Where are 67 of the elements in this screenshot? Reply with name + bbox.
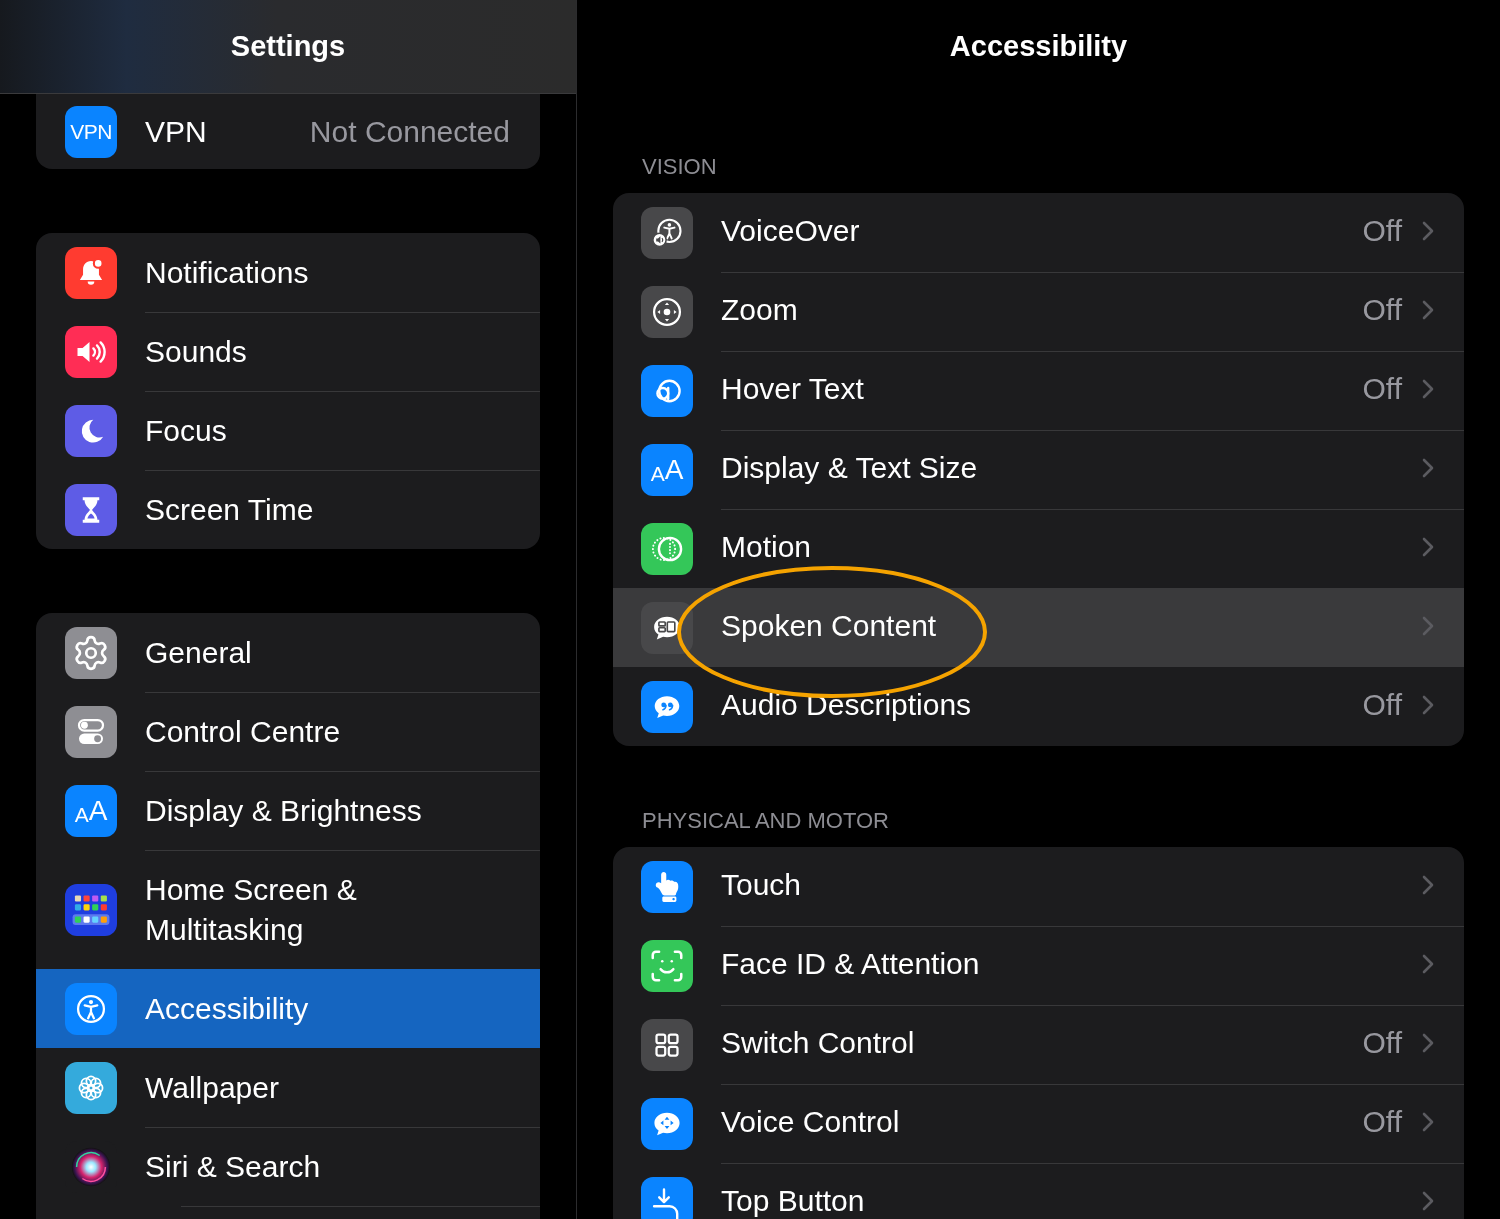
sidebar-item[interactable]: Sounds [36, 312, 540, 391]
speech-bubble-icon [641, 601, 693, 654]
settings-row[interactable]: Zoom Off [613, 272, 1464, 351]
chevron-icon [1422, 1190, 1434, 1211]
sidebar-item[interactable]: Notifications [36, 233, 540, 312]
sidebar-title: Settings [230, 28, 346, 64]
sidebar-item[interactable]: Screen Time [36, 470, 540, 549]
text-size-icon: AA [641, 443, 693, 496]
flower-icon [65, 1061, 117, 1114]
chevron-icon [1422, 220, 1434, 241]
sidebar-item[interactable]: Control Centre [36, 692, 540, 771]
settings-row[interactable]: VoiceOver Off [613, 193, 1464, 272]
settings-row[interactable]: Switch Control Off [613, 1005, 1464, 1084]
dotted-circles-icon [641, 522, 693, 575]
circle-arrows-icon [641, 285, 693, 338]
face-scan-icon [641, 939, 693, 992]
status-value: Off [1362, 214, 1402, 247]
settings-row[interactable]: Voice Control Off [613, 1084, 1464, 1163]
chevron-icon [1422, 1111, 1434, 1132]
hourglass-icon [65, 483, 117, 536]
gear-icon [65, 626, 117, 679]
moon-icon [65, 404, 117, 457]
toggles-icon [65, 705, 117, 758]
settings-row[interactable]: Face ID & Attention [613, 926, 1464, 1005]
speech-bubble-arrows-icon [641, 1097, 693, 1150]
status-value: Off [1362, 1026, 1402, 1059]
status-value: Off [1362, 1105, 1402, 1138]
settings-row[interactable]: AA Display & Text Size [613, 430, 1464, 509]
accessibility-icon [65, 982, 117, 1035]
status-value: Not Connected [309, 114, 510, 150]
chevron-icon [1422, 874, 1434, 895]
overlapping-circles-icon [641, 364, 693, 417]
vpn-icon: VPN [65, 105, 117, 158]
page-title: Accessibility [949, 29, 1128, 65]
settings-row[interactable]: Top Button [613, 1163, 1464, 1219]
status-value: Off [1362, 688, 1402, 721]
chevron-icon [1422, 299, 1434, 320]
chevron-icon [1422, 378, 1434, 399]
sidebar-item[interactable]: Wallpaper [36, 1048, 540, 1127]
settings-row[interactable]: Spoken Content [613, 588, 1464, 667]
chevron-icon [1422, 1032, 1434, 1053]
sidebar-item[interactable]: General [36, 613, 540, 692]
sidebar-item[interactable]: Focus [36, 391, 540, 470]
sidebar-item[interactable]: AA Display & Brightness [36, 771, 540, 850]
status-value: Off [1362, 293, 1402, 326]
four-squares-icon [641, 1018, 693, 1071]
chevron-icon [1422, 536, 1434, 557]
app-grid-icon [65, 883, 117, 936]
bell-icon [65, 246, 117, 299]
chevron-icon [1422, 457, 1434, 478]
chevron-icon [1422, 953, 1434, 974]
settings-row[interactable]: Hover Text Off [613, 351, 1464, 430]
chevron-icon [1422, 694, 1434, 715]
quote-bubble-icon [641, 680, 693, 733]
sidebar-item[interactable]: VPN VPN Not Connected [36, 94, 540, 169]
text-size-icon: AA [65, 784, 117, 837]
settings-row[interactable]: Audio Descriptions Off [613, 667, 1464, 746]
section-header: PHYSICAL AND MOTOR [642, 808, 890, 834]
speaker-icon [65, 325, 117, 378]
person-speaker-icon [641, 206, 693, 259]
sidebar-item[interactable]: Accessibility [36, 969, 540, 1048]
section-header: VISION [642, 154, 718, 180]
sidebar-item[interactable]: Siri & Search [36, 1127, 540, 1206]
hand-pointer-icon [641, 860, 693, 913]
chevron-icon [1422, 615, 1434, 636]
settings-row[interactable]: Touch [613, 847, 1464, 926]
status-value: Off [1362, 372, 1402, 405]
